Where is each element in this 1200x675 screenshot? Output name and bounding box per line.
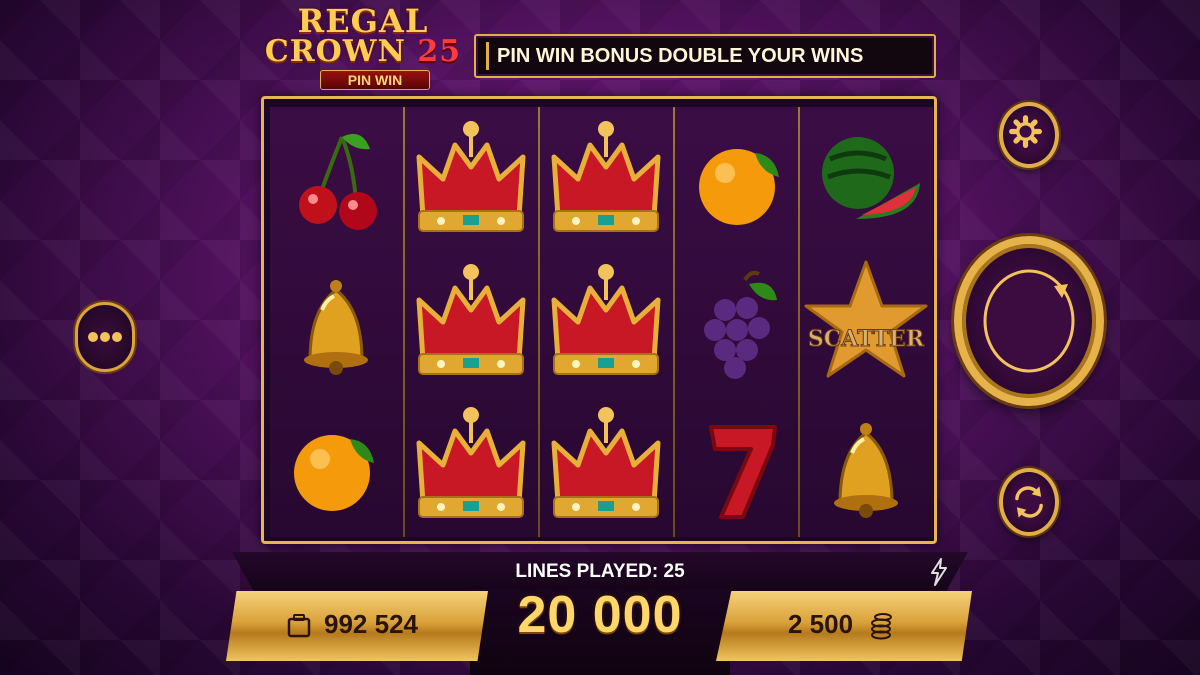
bell-icon — [834, 423, 898, 518]
settings-button[interactable] — [999, 102, 1059, 168]
lines-played-label: LINES PLAYED: 25 — [515, 561, 685, 582]
logo-title-line2: CROWN 25 — [258, 34, 468, 69]
symbol-crown — [405, 107, 538, 250]
svg-text:SCATTER: SCATTER — [808, 326, 925, 352]
autoplay-button[interactable] — [999, 468, 1059, 536]
symbol-grapes — [675, 250, 808, 393]
grapes-icon — [704, 270, 777, 379]
crown-icon — [551, 121, 661, 232]
menu-icon — [88, 332, 122, 342]
symbol-crown — [540, 393, 673, 536]
balance-plaque: 992 524 — [226, 591, 488, 661]
crown-icon — [416, 264, 526, 375]
message-ticker: PIN WIN BONUS DOUBLE YOUR WINS — [474, 34, 936, 78]
symbol-bell — [800, 393, 933, 536]
watermelon-icon — [822, 137, 920, 219]
seven-icon — [709, 425, 777, 519]
ticker-text: PIN WIN BONUS DOUBLE YOUR WINS — [486, 42, 924, 70]
crown-icon — [551, 407, 661, 518]
orange-icon — [294, 435, 374, 511]
symbol-orange — [675, 107, 808, 250]
crown-icon — [416, 121, 526, 232]
coins-icon — [871, 613, 892, 640]
symbol-crown — [405, 250, 538, 393]
orange-icon — [699, 149, 779, 225]
symbol-crown — [540, 250, 673, 393]
reels-area[interactable]: SCATTER — [261, 96, 937, 544]
lightning-icon[interactable] — [928, 558, 950, 586]
symbol-bell — [270, 250, 403, 393]
menu-button[interactable] — [75, 302, 135, 372]
logo-title-number: 25 — [417, 34, 462, 69]
cherry-icon — [299, 133, 377, 230]
symbol-crown — [540, 107, 673, 250]
game-logo: REGAL CROWN 25 PIN WIN — [258, 0, 468, 92]
crown-icon — [551, 264, 661, 375]
autoplay-icon — [1015, 486, 1043, 518]
symbol-crown — [405, 393, 538, 536]
crown-icon — [416, 407, 526, 518]
logo-title-word: CROWN — [264, 34, 406, 69]
bet-amount[interactable]: 20 000 — [480, 585, 720, 645]
wallet-icon — [287, 614, 311, 638]
symbol-orange — [270, 393, 403, 536]
gear-icon — [1009, 115, 1042, 148]
symbol-scatter-star: SCATTER — [800, 250, 933, 393]
symbol-watermelon — [800, 107, 933, 250]
stake-plaque[interactable]: 2 500 — [716, 591, 972, 661]
scatter-star-icon: SCATTER — [804, 260, 928, 378]
stake-value: 2 500 — [788, 609, 854, 639]
symbol-seven — [675, 393, 808, 536]
spin-button[interactable] — [954, 236, 1104, 406]
symbol-cherry — [270, 107, 403, 250]
bell-icon — [304, 280, 368, 375]
balance-value: 992 524 — [324, 609, 418, 639]
spin-icon — [983, 269, 1075, 373]
logo-subtitle: PIN WIN — [320, 70, 430, 90]
